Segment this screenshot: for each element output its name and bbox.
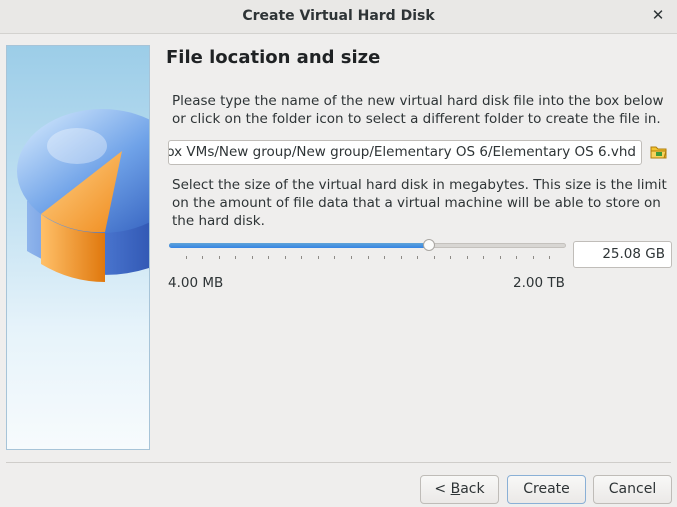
slider-tick [401, 256, 402, 259]
slider-fill [169, 243, 429, 248]
slider-tick [351, 256, 352, 259]
back-mnemonic: B [450, 481, 461, 497]
slider-min-label: 4.00 MB [168, 275, 224, 291]
create-button[interactable]: Create [507, 475, 586, 504]
back-prefix: < [434, 481, 451, 497]
size-input[interactable]: 25.08 GB [573, 241, 672, 268]
back-button[interactable]: < Back [420, 475, 499, 504]
slider-tick [500, 256, 501, 259]
slider-tick [268, 256, 269, 259]
title-bar: Create Virtual Hard Disk ✕ [0, 0, 677, 34]
virtual-disk-illustration [17, 109, 149, 282]
wizard-illustration [6, 45, 150, 450]
slider-tick [301, 256, 302, 259]
cancel-button[interactable]: Cancel [593, 475, 672, 504]
slider-tick [252, 256, 253, 259]
close-icon[interactable]: ✕ [649, 6, 667, 24]
size-slider[interactable] [169, 238, 566, 264]
slider-tick [186, 256, 187, 259]
file-path-text: ox VMs/New group/New group/Elementary OS… [168, 144, 636, 160]
slider-tick [434, 256, 435, 259]
file-path-input[interactable]: ox VMs/New group/New group/Elementary OS… [168, 140, 642, 165]
size-description: Select the size of the virtual hard disk… [172, 177, 667, 229]
slider-tick [533, 256, 534, 259]
slider-tick [285, 256, 286, 259]
location-description: Please type the name of the new virtual … [172, 93, 664, 127]
slider-tick [235, 256, 236, 259]
slider-tick [318, 256, 319, 259]
slider-tick [219, 256, 220, 259]
button-separator [6, 462, 671, 463]
slider-ticks [169, 256, 566, 261]
slider-handle[interactable] [423, 239, 435, 251]
page-heading: File location and size [166, 47, 381, 68]
slider-tick [483, 256, 484, 259]
slider-tick [549, 256, 550, 259]
slider-max-label: 2.00 TB [513, 275, 565, 291]
slider-tick [384, 256, 385, 259]
back-rest: ack [460, 481, 485, 497]
slider-tick [368, 256, 369, 259]
slider-tick [516, 256, 517, 259]
slider-tick [202, 256, 203, 259]
slider-tick [417, 256, 418, 259]
choose-folder-button[interactable] [649, 142, 669, 162]
slider-tick [334, 256, 335, 259]
slider-tick [450, 256, 451, 259]
window-title: Create Virtual Hard Disk [242, 8, 435, 24]
slider-tick [467, 256, 468, 259]
folder-open-icon [650, 146, 667, 159]
